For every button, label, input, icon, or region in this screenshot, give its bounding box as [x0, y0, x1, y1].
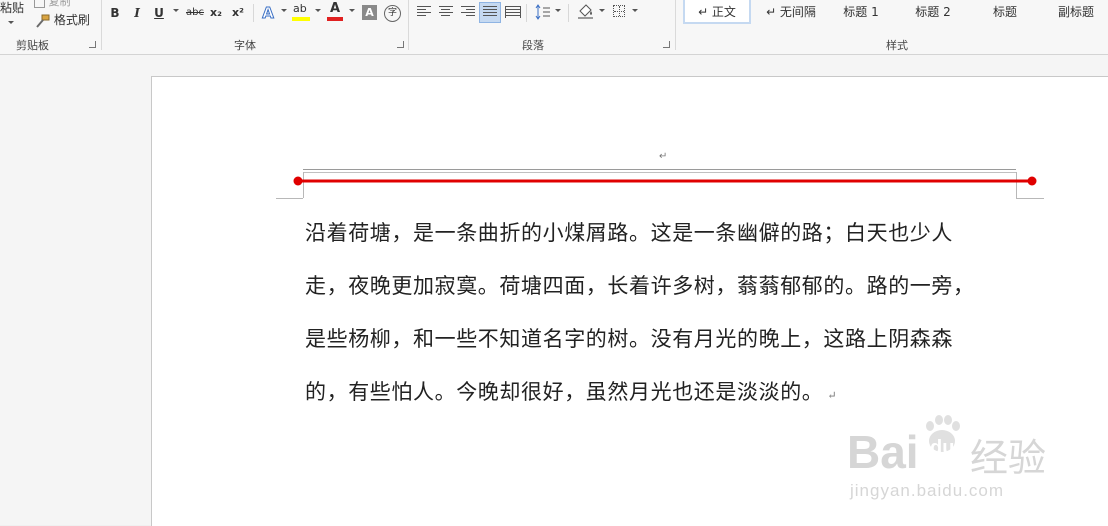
subscript-button[interactable]: x₂: [208, 4, 224, 22]
brush-icon: [36, 14, 50, 28]
paragraph-mark: ↵: [827, 389, 838, 402]
font-launcher-icon[interactable]: [397, 41, 404, 48]
divider: [568, 4, 569, 22]
font-color-button[interactable]: A: [327, 1, 345, 21]
highlight-button[interactable]: ab: [292, 3, 312, 21]
bold-button[interactable]: B: [109, 4, 121, 22]
superscript-button[interactable]: x²: [230, 4, 246, 22]
crop-mark-right: [1016, 198, 1044, 199]
body-line: 沿着荷塘，是一条曲折的小煤屑路。这是一条幽僻的路；白天也少人: [305, 221, 953, 245]
styles-gallery: ↵ 正文 ↵ 无间隔 标题 1 标题 2 标题 副标题: [683, 0, 1108, 26]
strikethrough-button[interactable]: abc: [185, 4, 205, 22]
copy-button[interactable]: 复制: [34, 0, 71, 8]
document-area: ↵ 沿着荷塘，是一条曲折的小煤屑路。这是一条幽僻的路；白天也少人 走，夜晚更加寂…: [0, 55, 1108, 526]
font-color-swatch: [327, 17, 343, 21]
style-label: 标题 2: [915, 5, 951, 19]
ribbon: 粘贴 复制 格式刷 剪贴板 B I U abc x₂ x² A ab A A 字…: [0, 0, 1108, 55]
divider: [253, 4, 254, 22]
chevron-down-icon[interactable]: [599, 9, 605, 12]
font-group-label: 字体: [234, 39, 256, 52]
line-spacing-icon[interactable]: [535, 4, 551, 20]
align-right-icon[interactable]: [461, 6, 475, 18]
styles-group-label: 样式: [886, 39, 908, 52]
watermark-paw-text: du: [930, 437, 955, 459]
crop-mark-left: [276, 198, 303, 199]
body-line: 是些杨柳，和一些不知道名字的树。没有月光的晚上，这路上阴森森: [305, 327, 953, 351]
style-label: ↵ 正文: [698, 5, 736, 19]
body-line: 走，夜晚更加寂寞。荷塘四面，长着许多树，蓊蓊郁郁的。路的一旁，: [305, 274, 975, 298]
enclose-char-button[interactable]: 字: [384, 5, 401, 22]
char-shading-button[interactable]: A: [362, 5, 377, 20]
group-divider: [101, 0, 102, 50]
highlight-swatch: [292, 17, 310, 21]
paste-button[interactable]: 粘贴: [0, 0, 26, 34]
style-label: ↵ 无间隔: [766, 5, 816, 19]
document-page[interactable]: ↵ 沿着荷塘，是一条曲折的小煤屑路。这是一条幽僻的路；白天也少人 走，夜晚更加寂…: [151, 76, 1108, 526]
style-title[interactable]: 标题: [970, 0, 1040, 24]
copy-icon: [34, 0, 45, 8]
text-effect-button[interactable]: A: [260, 4, 276, 23]
format-painter-button[interactable]: 格式刷: [34, 11, 90, 29]
annotation-endpoint-left: [293, 176, 303, 186]
body-line-text: 的，有些怕人。今晚却很好，虽然月光也还是淡淡的。: [305, 380, 824, 404]
divider: [526, 4, 527, 22]
format-painter-label: 格式刷: [53, 13, 90, 27]
style-heading-1[interactable]: 标题 1: [826, 0, 896, 24]
chevron-down-icon: [8, 21, 14, 24]
shading-bucket-icon[interactable]: [577, 3, 595, 19]
style-label: 标题 1: [843, 5, 879, 19]
borders-icon[interactable]: [613, 5, 625, 17]
clipboard-group-label: 剪贴板: [16, 39, 49, 52]
chevron-down-icon[interactable]: [281, 9, 287, 12]
copy-label: 复制: [48, 0, 71, 8]
chevron-down-icon[interactable]: [315, 9, 321, 12]
header-border-line: [303, 169, 1016, 170]
font-color-label: A: [330, 1, 341, 16]
style-no-spacing[interactable]: ↵ 无间隔: [756, 0, 826, 24]
paste-label: 粘贴: [0, 1, 25, 15]
highlight-label: ab: [293, 2, 307, 15]
justify-button[interactable]: [479, 2, 501, 23]
style-heading-2[interactable]: 标题 2: [898, 0, 968, 24]
watermark-chinese: 经验: [970, 438, 1047, 480]
distributed-align-icon[interactable]: [505, 6, 521, 18]
document-body[interactable]: 沿着荷塘，是一条曲折的小煤屑路。这是一条幽僻的路；白天也少人 走，夜晚更加寂寞。…: [305, 207, 1023, 422]
paragraph-launcher-icon[interactable]: [663, 41, 670, 48]
chevron-down-icon[interactable]: [632, 9, 638, 12]
watermark-url: jingyan.baidu.com: [850, 481, 1005, 500]
style-label: 副标题: [1057, 5, 1094, 19]
underline-button[interactable]: U: [153, 4, 165, 22]
style-subtitle[interactable]: 副标题: [1041, 0, 1108, 24]
group-divider: [408, 0, 409, 50]
chevron-down-icon[interactable]: [173, 9, 179, 12]
header-paragraph-mark: ↵: [659, 151, 668, 162]
header-border-line-inner: [303, 172, 1016, 173]
italic-button[interactable]: I: [131, 4, 143, 22]
body-line-last: 的，有些怕人。今晚却很好，虽然月光也还是淡淡的。 ↵: [305, 366, 1023, 422]
clipboard-launcher-icon[interactable]: [89, 41, 96, 48]
chevron-down-icon[interactable]: [555, 9, 561, 12]
style-label: 标题: [992, 5, 1017, 19]
annotation-red-line: [293, 176, 1037, 186]
group-divider: [675, 0, 676, 50]
annotation-endpoint-right: [1027, 176, 1037, 186]
align-center-icon[interactable]: [439, 6, 453, 18]
justify-icon: [483, 6, 497, 18]
watermark-brand: Bai: [847, 426, 919, 478]
style-normal[interactable]: ↵ 正文: [683, 0, 751, 24]
paragraph-group-label: 段落: [522, 39, 544, 52]
chevron-down-icon[interactable]: [349, 9, 355, 12]
align-left-icon[interactable]: [417, 6, 431, 18]
